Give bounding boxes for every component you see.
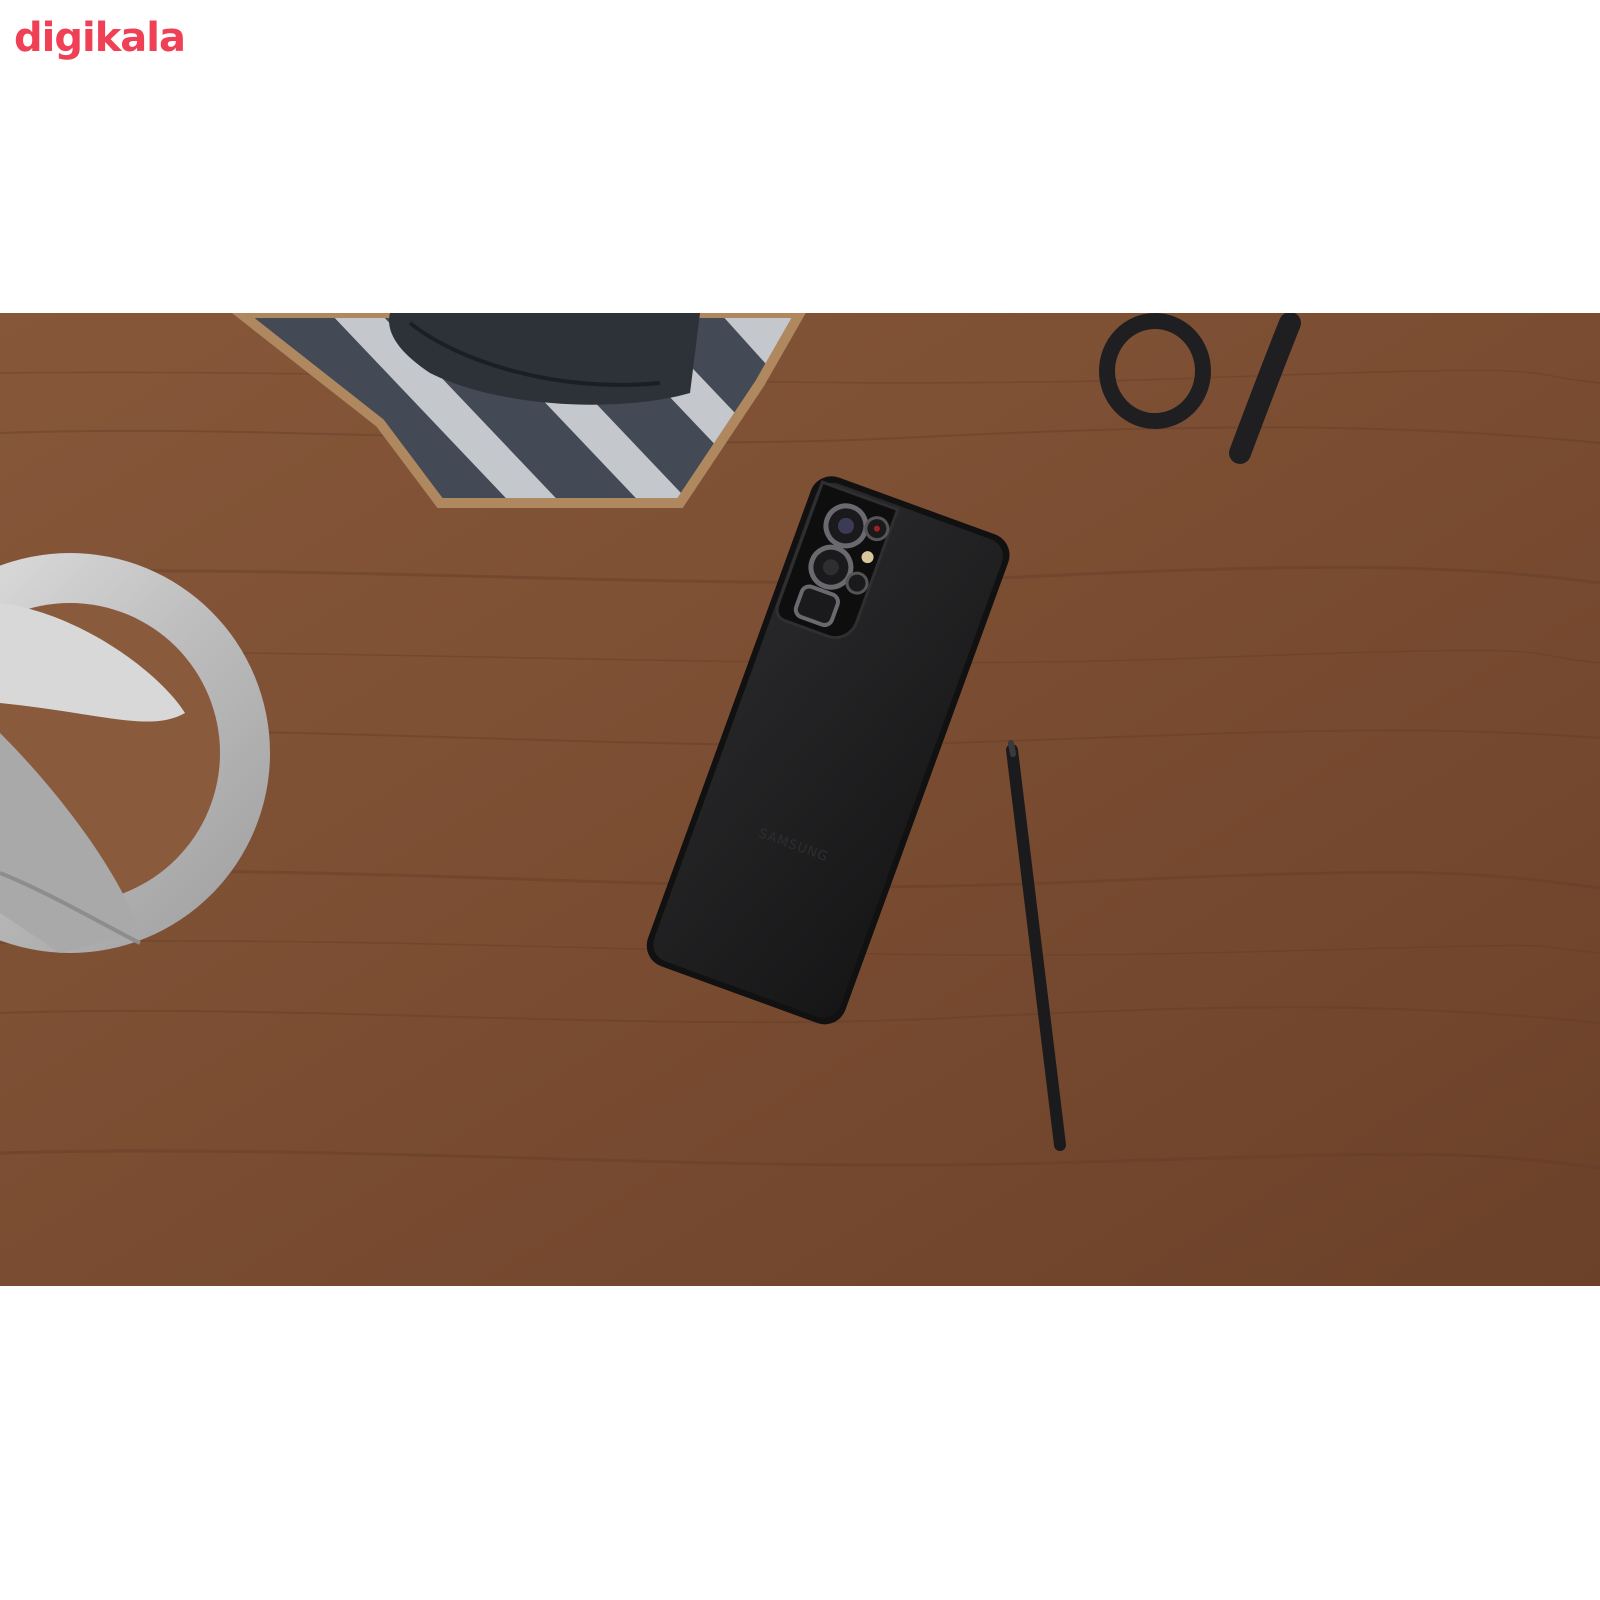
- product-photo: SAMSUNG: [0, 313, 1600, 1286]
- brand-logo[interactable]: digikala: [14, 8, 186, 68]
